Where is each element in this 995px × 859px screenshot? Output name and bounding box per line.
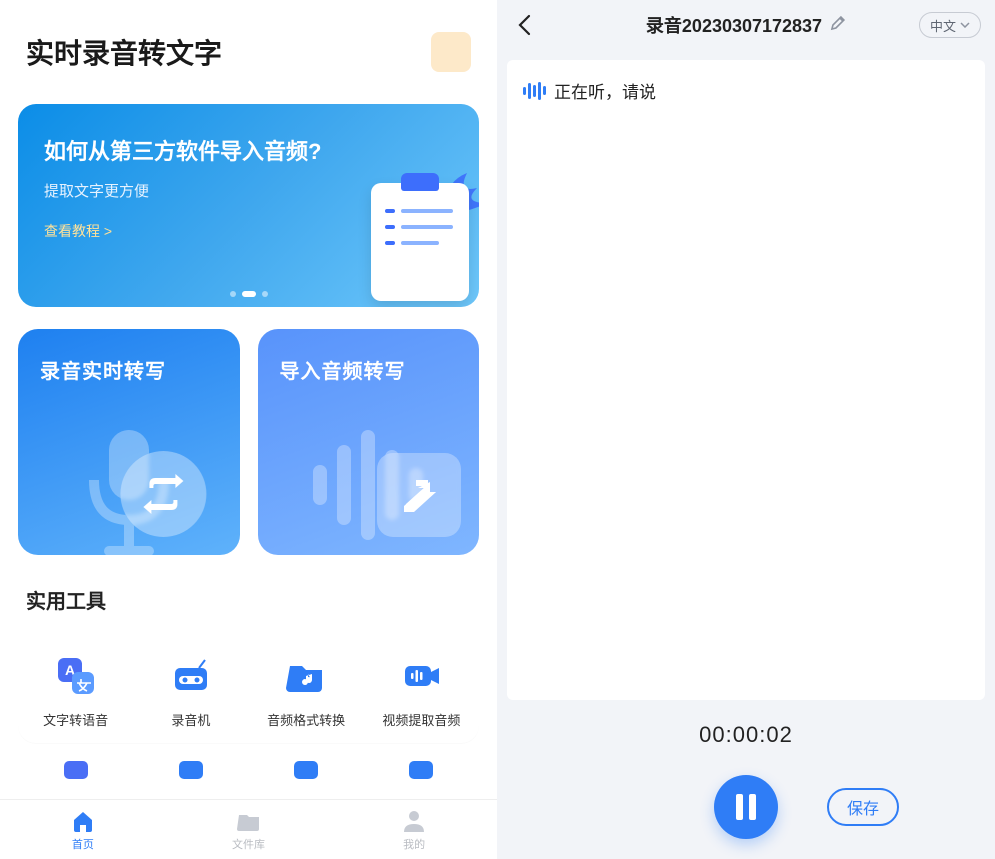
nav-label: 文件库 bbox=[232, 836, 265, 852]
app-title-row: 实时录音转文字 bbox=[0, 0, 497, 72]
loop-icon bbox=[120, 451, 206, 537]
carousel-dots bbox=[230, 291, 268, 297]
tool-format-convert[interactable]: 音频格式转换 bbox=[249, 654, 364, 729]
radio-icon bbox=[169, 654, 213, 698]
tool-video-extract[interactable]: 视频提取音频 bbox=[364, 654, 479, 729]
save-button[interactable]: 保存 bbox=[827, 788, 899, 826]
tools-row-2-peek bbox=[18, 759, 479, 781]
nav-label: 我的 bbox=[403, 836, 425, 852]
save-label: 保存 bbox=[847, 795, 879, 819]
edit-title-button[interactable] bbox=[830, 15, 846, 36]
tools-section-title: 实用工具 bbox=[26, 585, 471, 614]
language-label: 中文 bbox=[930, 16, 956, 35]
banner-link[interactable]: 查看教程 > bbox=[44, 221, 112, 241]
tool-label: 文字转语音 bbox=[43, 710, 108, 729]
recording-controls: 保存 bbox=[497, 772, 995, 842]
app-title: 实时录音转文字 bbox=[26, 32, 222, 72]
tool-recorder[interactable]: 录音机 bbox=[133, 654, 248, 729]
bottom-nav: 首页 文件库 我的 bbox=[0, 799, 497, 859]
listening-indicator: 正在听，请说 bbox=[523, 78, 969, 103]
card-realtime-transcribe[interactable]: 录音实时转写 bbox=[18, 329, 240, 555]
folder-music-icon bbox=[284, 654, 328, 698]
tool-label: 音频格式转换 bbox=[267, 710, 345, 729]
nav-home[interactable]: 首页 bbox=[0, 800, 166, 859]
back-button[interactable] bbox=[511, 12, 537, 38]
card-title: 录音实时转写 bbox=[40, 355, 218, 384]
video-sound-icon bbox=[399, 654, 443, 698]
pause-button[interactable] bbox=[714, 775, 778, 839]
clipboard-illustration bbox=[371, 183, 469, 301]
card-title: 导入音频转写 bbox=[280, 355, 458, 384]
home-icon bbox=[70, 808, 96, 834]
language-selector[interactable]: 中文 bbox=[919, 12, 981, 38]
tool-text-to-speech[interactable]: A 文字转语音 bbox=[18, 654, 133, 729]
chevron-left-icon bbox=[517, 14, 531, 36]
tool-label: 录音机 bbox=[171, 710, 210, 729]
download-arrow-icon bbox=[377, 453, 461, 537]
avatar[interactable] bbox=[431, 32, 471, 72]
chevron-down-icon bbox=[960, 22, 970, 28]
transcript-area: 正在听，请说 bbox=[507, 60, 985, 700]
recording-timer: 00:00:02 bbox=[497, 722, 995, 748]
import-tutorial-banner[interactable]: 如何从第三方软件导入音频? 提取文字更方便 查看教程 > bbox=[18, 104, 479, 307]
tool-label: 视频提取音频 bbox=[382, 710, 460, 729]
recording-screen: 录音20230307172837 中文 正在听，请说 00:00:02 保存 bbox=[497, 0, 995, 859]
listening-text: 正在听，请说 bbox=[554, 78, 656, 103]
translate-icon: A bbox=[54, 654, 98, 698]
soundwave-icon bbox=[523, 82, 546, 100]
banner-question: 如何从第三方软件导入音频? bbox=[44, 134, 453, 166]
nav-files[interactable]: 文件库 bbox=[166, 800, 332, 859]
tools-grid: A 文字转语音 录音机 音频格式转换 视频提取音频 bbox=[18, 632, 479, 743]
recording-title: 录音20230307172837 bbox=[646, 12, 822, 38]
recording-header: 录音20230307172837 中文 bbox=[497, 0, 995, 50]
card-import-transcribe[interactable]: 导入音频转写 bbox=[258, 329, 480, 555]
pause-icon bbox=[736, 794, 743, 820]
person-icon bbox=[401, 808, 427, 834]
home-screen: 实时录音转文字 如何从第三方软件导入音频? 提取文字更方便 查看教程 > 录音实 bbox=[0, 0, 497, 859]
pause-icon bbox=[749, 794, 756, 820]
nav-profile[interactable]: 我的 bbox=[331, 800, 497, 859]
folder-icon bbox=[236, 808, 262, 834]
pencil-icon bbox=[830, 15, 846, 31]
nav-label: 首页 bbox=[72, 836, 94, 852]
